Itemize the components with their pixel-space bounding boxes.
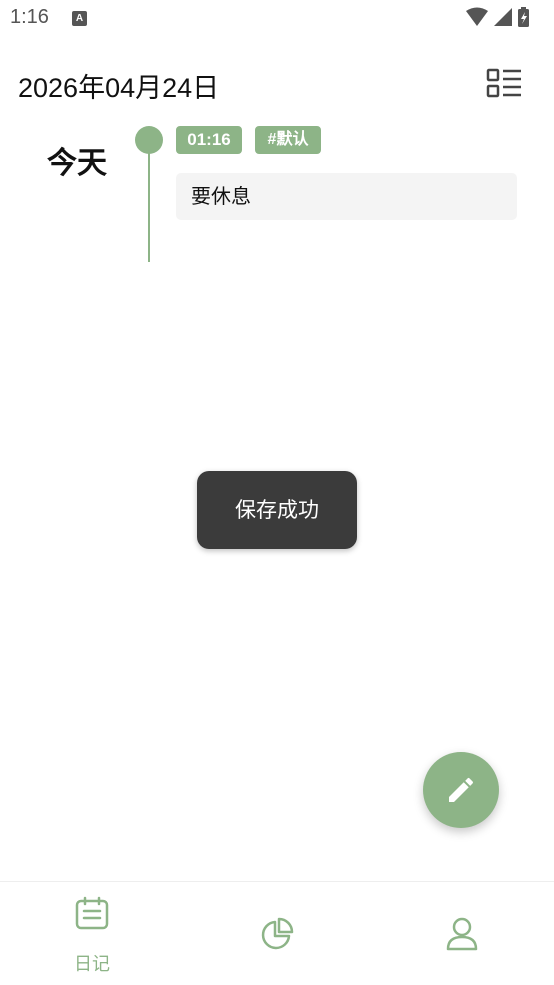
new-entry-button[interactable] (423, 752, 499, 828)
nav-label-diary: 日记 (74, 954, 110, 975)
pencil-icon (449, 777, 474, 802)
nav-item-profile[interactable] (370, 882, 554, 985)
timeline-dot (135, 126, 163, 154)
page-title-date: 2026年04月24日 (18, 73, 220, 103)
nav-item-diary[interactable]: 日记 (0, 882, 184, 985)
wifi-icon (466, 7, 488, 26)
day-label: 今天 (47, 146, 107, 181)
pie-chart-icon (261, 917, 294, 950)
profile-icon (446, 917, 478, 951)
list-view-button[interactable] (484, 66, 524, 102)
diary-entry-text: 要休息 (191, 184, 251, 208)
signal-icon (494, 8, 512, 26)
timeline-line (148, 140, 150, 262)
status-indicators (464, 7, 544, 29)
nav-item-stats[interactable] (185, 882, 369, 985)
app-notification-icon: A (72, 11, 87, 26)
toast-message: 保存成功 (197, 471, 357, 549)
list-view-icon (486, 68, 521, 98)
entry-category-tag[interactable]: #默认 (255, 126, 321, 154)
battery-icon (518, 7, 529, 27)
status-bar: 1:16 A (0, 0, 554, 40)
status-time: 1:16 (10, 6, 49, 28)
diary-entry-card[interactable]: 要休息 (176, 173, 517, 220)
bottom-nav: 日记 (0, 881, 554, 985)
entry-time-tag: 01:16 (176, 126, 242, 154)
diary-icon (75, 896, 109, 930)
